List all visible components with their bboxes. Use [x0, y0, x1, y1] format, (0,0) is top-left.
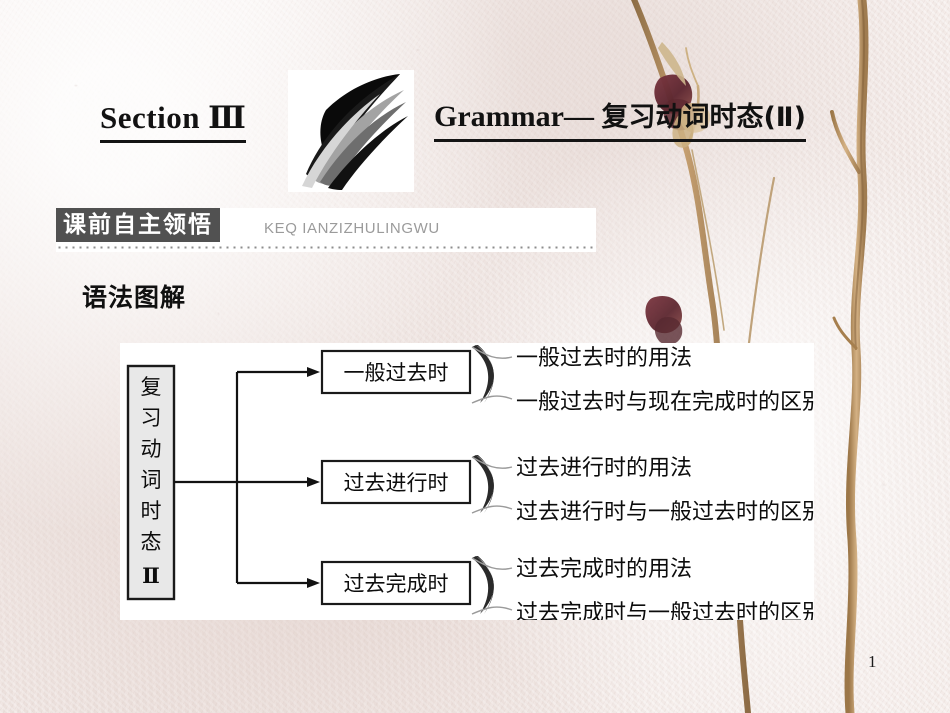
leaf-label-1-1: 过去进行时与一般过去时的区别 — [516, 499, 814, 524]
section-banner: 课前自主领悟 KEQ IANZIZHULINGWU — [56, 208, 596, 252]
section-banner-pinyin: KEQ IANZIZHULINGWU — [264, 220, 440, 237]
branch-node-label-0: 一般过去时 — [344, 361, 449, 385]
page-title: Grammar— 复习动词时态(Ⅱ) — [434, 100, 806, 142]
slide-header: Section Ⅲ Grammar— 复习动词时态(Ⅱ) — [0, 70, 950, 192]
leaf-label-2-1: 过去完成时与一般过去时的区别 — [516, 600, 814, 620]
page-title-en: Grammar— — [434, 100, 602, 133]
leaf-label-0-1: 一般过去时与现在完成时的区别 — [516, 389, 814, 414]
section-banner-dotted-rule — [56, 246, 596, 249]
branch-node-label-2: 过去完成时 — [344, 572, 449, 596]
slide-canvas: Section Ⅲ Grammar— 复习动词时态(Ⅱ) 课前自主领悟 KEQ … — [0, 0, 950, 713]
root-char-4: 时 — [141, 499, 162, 523]
root-char-1: 习 — [141, 406, 162, 430]
branch-node-label-1: 过去进行时 — [344, 471, 449, 495]
page-title-cn: 复习动词时态(Ⅱ) — [601, 102, 806, 133]
root-char-0: 复 — [141, 375, 162, 399]
diagram-root-node: 复 习 动 词 时 态 Ⅱ — [126, 364, 176, 601]
grammar-diagram-panel: 复 习 动 词 时 态 Ⅱ 一般过去时 过去进行时 过去完成时 一般过去时的用法… — [120, 343, 814, 620]
section-banner-tag: 课前自主领悟 — [56, 208, 220, 242]
diagram-branch-node-1: 过去进行时 — [320, 459, 472, 505]
root-char-2: 动 — [141, 437, 162, 461]
section-label: Section Ⅲ — [100, 100, 247, 143]
root-char-5: 态 — [141, 530, 162, 554]
root-char-3: 词 — [141, 468, 162, 492]
diagram-branch-node-2: 过去完成时 — [320, 560, 472, 606]
leaf-label-2-0: 过去完成时的用法 — [516, 556, 692, 581]
page-number: 1 — [868, 652, 877, 671]
brush-stroke-swoosh-logo-icon — [288, 70, 414, 192]
diagram-branch-node-0: 一般过去时 — [320, 349, 472, 395]
sub-heading: 语法图解 — [82, 283, 187, 312]
leaf-label-1-0: 过去进行时的用法 — [516, 455, 692, 480]
root-char-6: Ⅱ — [142, 564, 160, 588]
leaf-label-0-0: 一般过去时的用法 — [516, 345, 692, 370]
